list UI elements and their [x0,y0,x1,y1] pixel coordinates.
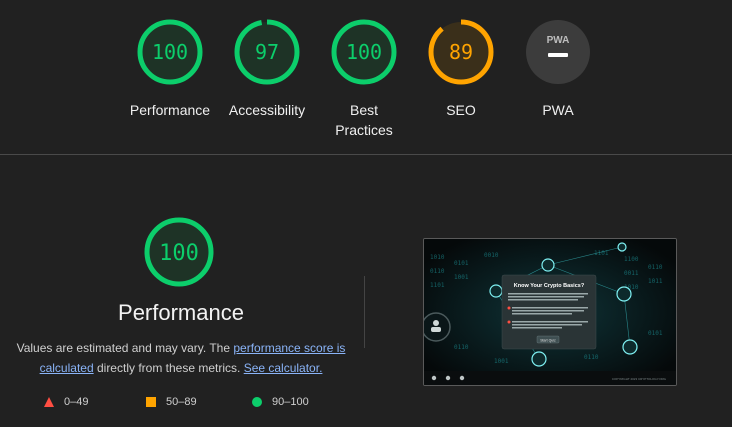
lighthouse-report: 100 Performance 97 Accessibility 100 Bes… [0,0,732,427]
gauge-ring: 97 [234,19,300,85]
see-calculator-link[interactable]: See calculator. [244,361,323,375]
gauge-performance[interactable]: 100 Performance [115,18,225,120]
performance-big-gauge: 100 [144,217,214,287]
thumbnail-footer: COPYRIGHT 2023 CRYPTOLOGY.ORG [612,377,667,381]
gauge-best-practices[interactable]: 100 Best Practices [309,18,419,140]
legend-fail: 0–49 [44,396,88,408]
score-gauges: 100 Performance 97 Accessibility 100 Bes… [0,0,732,154]
gauge-label-line1: Accessibility [228,102,306,118]
gauge-ring: 100 [137,19,203,85]
pwa-badge-bg [526,20,590,84]
gauge-score: 100 [152,40,188,64]
gauge-label: Best Practices [309,100,419,140]
svg-text:0110: 0110 [648,264,663,271]
dialog-button: Start Quiz [540,339,556,343]
gauge-label-line1: SEO [446,102,476,118]
pwa-badge-icon: PWA [526,20,590,84]
svg-text:1011: 1011 [648,278,663,285]
gauge-label: SEO [406,100,516,120]
svg-text:1001: 1001 [494,358,509,365]
gauge-label: Performance [115,100,225,120]
legend-range: 0–49 [64,396,89,408]
final-screenshot-thumbnail[interactable]: 1010 0110 1101 0101 1001 0110 1100 0011 1010 0… [423,238,677,386]
svg-text:0011: 0011 [624,270,639,277]
svg-text:0110: 0110 [454,344,469,351]
svg-text:1001: 1001 [454,274,469,281]
gauge-label: PWA [503,100,613,120]
legend-range: 50–89 [166,396,197,408]
square-icon [146,397,156,407]
performance-description: Values are estimated and may vary. The p… [10,338,352,378]
svg-text:1101: 1101 [430,282,445,289]
gauge-seo[interactable]: 89 SEO [406,18,516,120]
pwa-dash-icon [548,53,568,57]
gauge-score: 100 [346,40,382,64]
gauge-ring: 100 [331,19,397,85]
svg-text:0101: 0101 [648,330,663,337]
svg-text:0110: 0110 [430,268,445,275]
gauge-label: Accessibility [212,100,322,120]
gauge-label-line1: Best [349,102,378,118]
legend-pass: 90–100 [252,396,309,408]
svg-text:0101: 0101 [454,260,469,267]
gauge-label-line1: Performance [129,102,211,118]
svg-text:1100: 1100 [624,256,639,263]
score-legend: 0–49 50–89 90–100 [0,396,362,412]
legend-average: 50–89 [146,396,197,408]
gauge-pwa[interactable]: PWA PWA [503,18,613,120]
svg-text:0110: 0110 [584,354,599,361]
triangle-icon [44,397,54,407]
circle-icon [252,397,262,407]
gauge-score: 97 [255,40,279,64]
performance-score: 100 [159,241,199,266]
performance-title: Performance [118,300,244,325]
screenshot-image: 101001101101 010110010110 110000111010 0… [424,239,676,385]
gauge-label-line2: Practices [335,122,393,138]
legend-range: 90–100 [272,396,309,408]
gauge-label-line1: PWA [542,102,574,118]
desc-mid: directly from these metrics. [93,361,244,375]
gauge-score: 89 [449,40,473,64]
desc-prefix: Values are estimated and may vary. The [16,341,234,355]
dialog-title: Know Your Crypto Basics? [514,283,585,289]
gauge-accessibility[interactable]: 97 Accessibility [212,18,322,120]
svg-text:0010: 0010 [484,252,499,259]
pwa-badge-text: PWA [547,35,570,46]
section-divider [0,154,732,155]
svg-text:1010: 1010 [430,254,445,261]
gauge-ring: 89 [428,19,494,85]
vertical-separator [364,276,365,348]
